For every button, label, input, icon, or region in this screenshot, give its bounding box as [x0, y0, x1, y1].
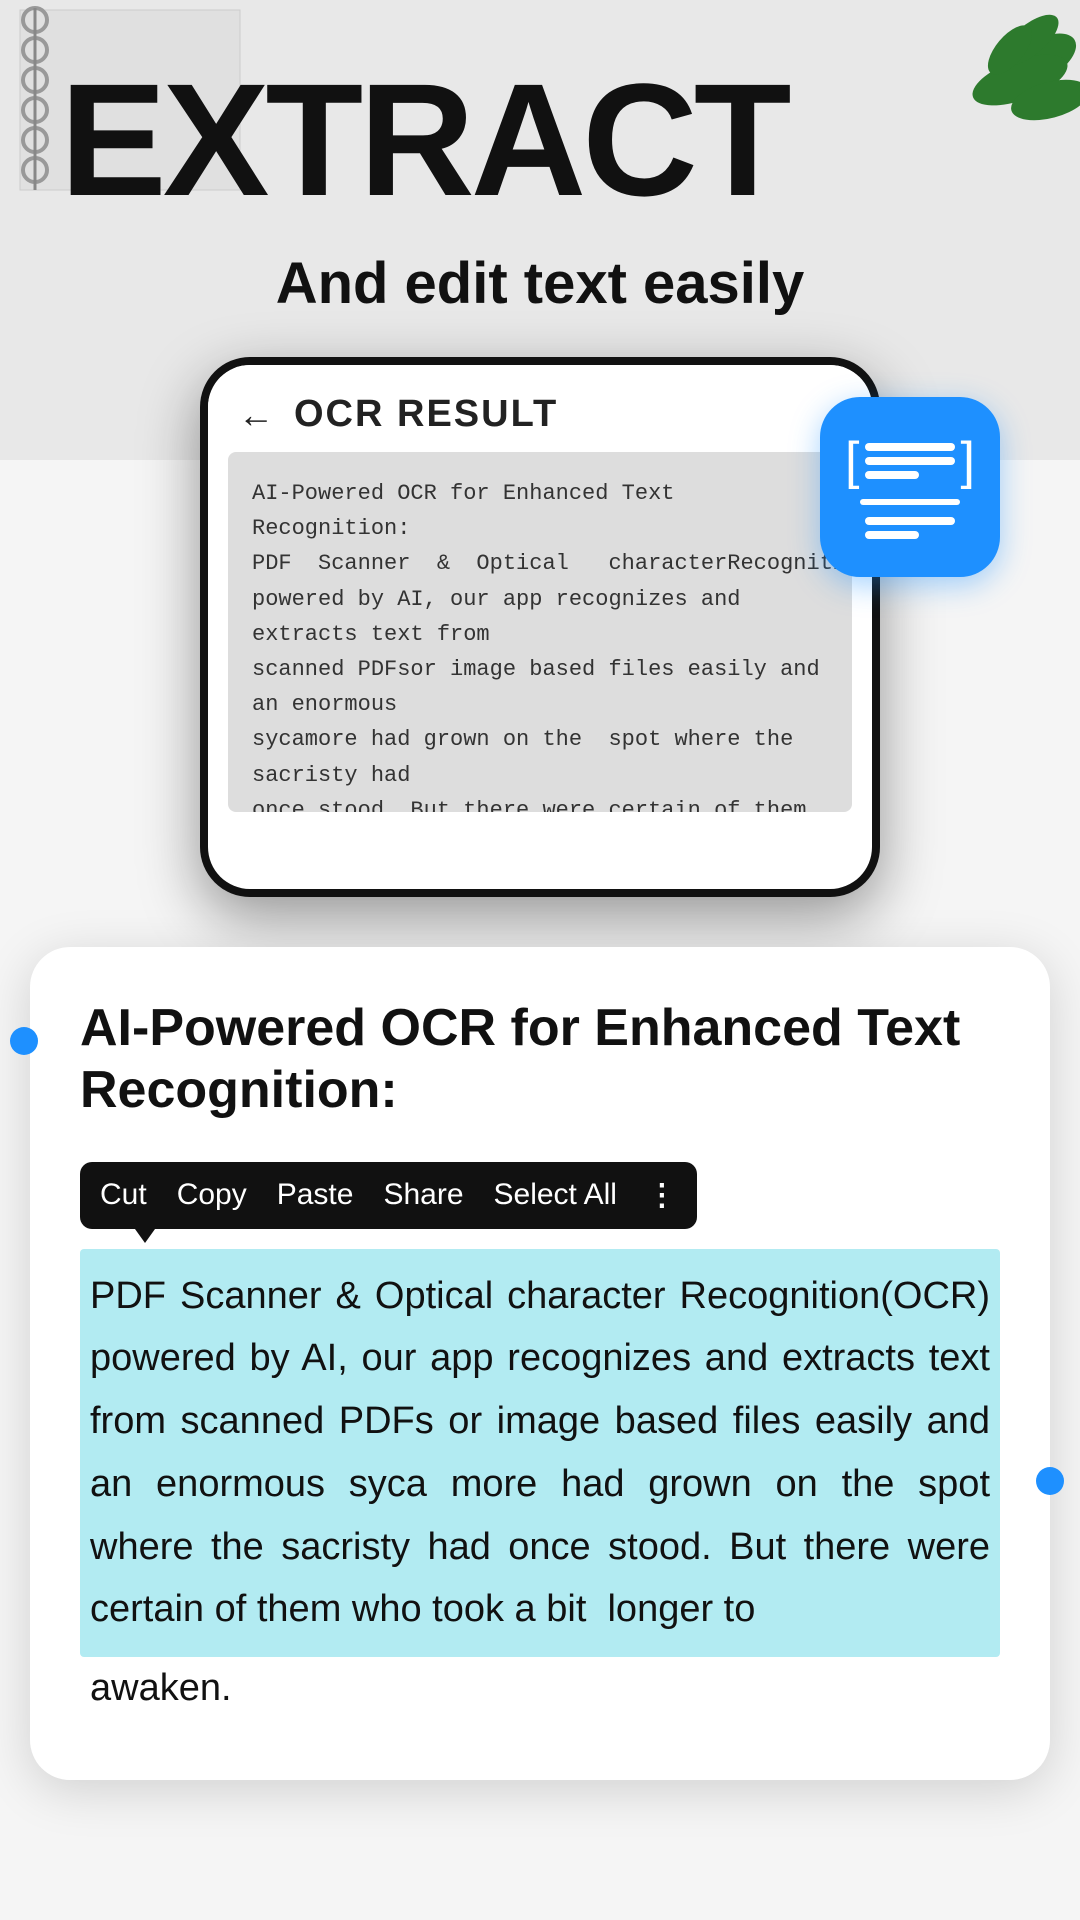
- menu-item-paste[interactable]: Paste: [277, 1178, 354, 1212]
- icon-line-4: [865, 517, 955, 525]
- icon-bracket-top: [ ]: [845, 435, 975, 487]
- menu-item-copy[interactable]: Copy: [177, 1178, 247, 1212]
- selection-cursor-right: [1036, 1467, 1064, 1495]
- app-icon: [ ]: [820, 397, 1000, 577]
- bracket-right: ]: [961, 435, 975, 487]
- icon-lines-bottom: [865, 517, 955, 539]
- icon-separator: [860, 499, 960, 505]
- back-arrow-icon[interactable]: ←: [238, 394, 274, 436]
- menu-item-select-all[interactable]: Select All: [494, 1178, 617, 1212]
- phone-content: AI-Powered OCR for Enhanced Text Recogni…: [228, 452, 852, 812]
- icon-line-5: [865, 531, 919, 539]
- menu-item-share[interactable]: Share: [383, 1178, 463, 1212]
- selection-cursor-left: [10, 1027, 38, 1055]
- menu-more-icon[interactable]: ⋮: [647, 1178, 677, 1213]
- icon-line-2: [865, 457, 955, 465]
- card-heading: AI-Powered OCR for Enhanced Text Recogni…: [80, 997, 1000, 1122]
- screen-title: OCR RESULT: [294, 393, 558, 436]
- phone-frame: ← OCR RESULT AI-Powered OCR for Enhanced…: [200, 357, 880, 897]
- phone-screen: ← OCR RESULT AI-Powered OCR for Enhanced…: [208, 365, 872, 889]
- phone-text: AI-Powered OCR for Enhanced Text Recogni…: [252, 476, 828, 812]
- main-container: EXTRACT And edit text easily [ ]: [0, 0, 1080, 1920]
- icon-lines: [865, 443, 955, 479]
- menu-item-cut[interactable]: Cut: [100, 1178, 147, 1212]
- app-icon-inner: [ ]: [840, 417, 980, 557]
- page-title: EXTRACT: [60, 60, 1020, 220]
- header-section: EXTRACT And edit text easily: [0, 0, 1080, 317]
- bracket-left: [: [845, 435, 859, 487]
- bottom-card: AI-Powered OCR for Enhanced Text Recogni…: [30, 947, 1050, 1780]
- phone-header: ← OCR RESULT: [208, 365, 872, 452]
- selected-text: PDF Scanner & Optical character Recognit…: [80, 1249, 1000, 1657]
- icon-line-1: [865, 443, 955, 451]
- icon-line-3: [865, 471, 919, 479]
- unselected-text: awaken.: [80, 1657, 1000, 1720]
- page-subtitle: And edit text easily: [60, 250, 1020, 317]
- context-menu: Cut Copy Paste Share Select All ⋮: [80, 1162, 697, 1229]
- phone-mockup-area: [ ] ←: [0, 357, 1080, 917]
